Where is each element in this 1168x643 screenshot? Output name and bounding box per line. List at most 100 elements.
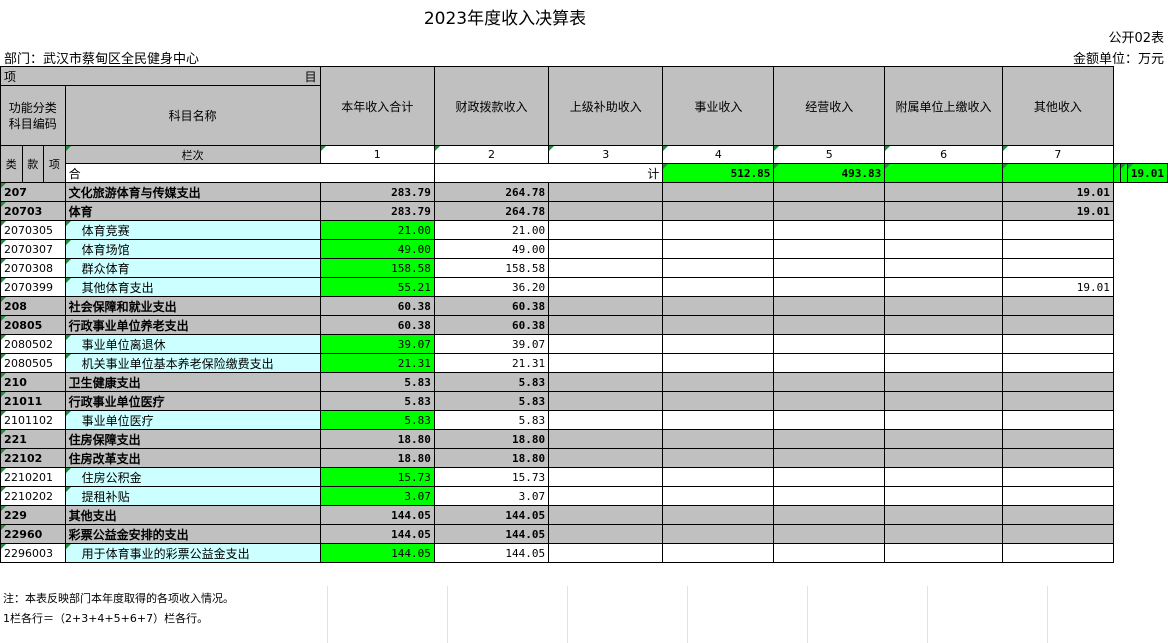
row-value-col-7 (1001, 334, 1114, 354)
form-number: 公开02表 (1108, 31, 1164, 46)
row-code: 20703 (0, 201, 66, 221)
row-value-col-2: 18.80 (433, 448, 550, 468)
row-code: 208 (0, 296, 66, 316)
total-value-6 (1119, 163, 1128, 183)
table-row: 2210202 提租补贴 3.07 3.07 (0, 486, 1168, 506)
row-value-col-1: 18.80 (319, 448, 435, 468)
row-value-col-2: 21.00 (433, 220, 550, 240)
row-value-col-6 (884, 296, 1003, 316)
row-value-col-2: 36.20 (433, 277, 550, 297)
column-number-7: 7 (1001, 145, 1114, 164)
row-value-col-3 (548, 429, 664, 449)
row-value-col-5 (773, 258, 886, 278)
row-value-col-1: 60.38 (319, 296, 435, 316)
row-value-col-2: 15.73 (433, 467, 550, 487)
row-value-col-5 (773, 372, 886, 392)
row-code: 221 (0, 429, 66, 449)
table-row: 2070307 体育场馆 49.00 49.00 (0, 239, 1168, 259)
row-value-col-5 (773, 391, 886, 411)
function-code-header: 功能分类科目编码 (0, 85, 66, 146)
row-value-col-5 (773, 315, 886, 335)
lei-header: 类 (0, 145, 23, 183)
row-value-col-6 (884, 201, 1003, 221)
item-header-right: 目 (304, 69, 317, 84)
row-value-col-7: 19.01 (1001, 182, 1114, 202)
row-value-col-7 (1001, 505, 1114, 525)
row-value-col-4 (662, 410, 775, 430)
footnote-2: 1栏各行＝（2+3+4+5+6+7）栏各行。 (3, 612, 209, 625)
col-header-6: 附属单位上缴收入 (884, 66, 1003, 146)
row-value-col-6 (884, 410, 1003, 430)
row-value-col-6 (884, 258, 1003, 278)
row-value-col-7 (1001, 410, 1114, 430)
sheet-gridline (927, 586, 928, 643)
row-value-col-2: 158.58 (433, 258, 550, 278)
row-value-col-5 (773, 467, 886, 487)
row-value-col-3 (548, 467, 664, 487)
row-value-col-1: 158.58 (319, 258, 435, 278)
table-row: 2080502 事业单位离退休 39.07 39.07 (0, 334, 1168, 354)
row-value-col-2: 21.31 (433, 353, 550, 373)
row-value-col-2: 5.83 (433, 391, 550, 411)
column-number-3: 3 (548, 145, 664, 164)
row-code: 2210201 (0, 467, 66, 487)
income-table: 项 目 本年收入合计 财政拨款收入 上级补助收入 事业收入 经营收入 附属单位上… (0, 66, 1168, 563)
row-subject-name: 体育竞赛 (64, 220, 321, 240)
row-code: 207 (0, 182, 66, 202)
row-code: 20805 (0, 315, 66, 335)
total-value-2: 493.83 (773, 163, 886, 183)
row-value-col-7 (1001, 315, 1114, 335)
row-value-col-3 (548, 372, 664, 392)
kuan-header: 款 (21, 145, 45, 183)
table-row: 2080505 机关事业单位基本养老保险缴费支出 21.31 21.31 (0, 353, 1168, 373)
total-label-right-cell: 计 (433, 163, 664, 183)
table-row: 208 社会保障和就业支出 60.38 60.38 (0, 296, 1168, 316)
row-value-col-3 (548, 277, 664, 297)
row-value-col-1: 49.00 (319, 239, 435, 259)
row-value-col-3 (548, 220, 664, 240)
column-number-6: 6 (884, 145, 1003, 164)
row-value-col-2: 5.83 (433, 410, 550, 430)
row-subject-name: 其他体育支出 (64, 277, 321, 297)
department-label: 部门：武汉市蔡甸区全民健身中心 (4, 52, 200, 67)
row-value-col-4 (662, 543, 775, 563)
item-header-cell: 项 目 (0, 66, 321, 86)
table-row: 2101102 事业单位医疗 5.83 5.83 (0, 410, 1168, 430)
row-value-col-5 (773, 410, 886, 430)
row-value-col-4 (662, 334, 775, 354)
row-subject-name: 提租补贴 (64, 486, 321, 506)
row-subject-name: 住房公积金 (64, 467, 321, 487)
table-row: 21011 行政事业单位医疗 5.83 5.83 (0, 391, 1168, 411)
row-value-col-5 (773, 524, 886, 544)
row-value-col-6 (884, 467, 1003, 487)
row-value-col-5 (773, 220, 886, 240)
row-subject-name: 文化旅游体育与传媒支出 (64, 182, 321, 202)
row-value-col-1: 15.73 (319, 467, 435, 487)
row-subject-name: 社会保障和就业支出 (64, 296, 321, 316)
row-value-col-4 (662, 486, 775, 506)
table-row: 2210201 住房公积金 15.73 15.73 (0, 467, 1168, 487)
row-subject-name: 用于体育事业的彩票公益金支出 (64, 543, 321, 563)
sheet-gridline (567, 586, 568, 643)
row-value-col-3 (548, 239, 664, 259)
row-value-col-3 (548, 182, 664, 202)
total-row: 合 计 512.85 493.83 19.01 (1, 163, 1168, 183)
row-code: 2296003 (0, 543, 66, 563)
footnote-1: 注：本表反映部门本年度取得的各项收入情况。 (3, 592, 234, 605)
table-row: 2070308 群众体育 158.58 158.58 (0, 258, 1168, 278)
row-value-col-5 (773, 201, 886, 221)
table-row: 22102 住房改革支出 18.80 18.80 (0, 448, 1168, 468)
row-value-col-4 (662, 296, 775, 316)
row-value-col-6 (884, 391, 1003, 411)
row-value-col-3 (548, 448, 664, 468)
row-value-col-4 (662, 372, 775, 392)
row-code: 22102 (0, 448, 66, 468)
row-value-col-3 (548, 201, 664, 221)
item-header-left: 项 (4, 69, 17, 84)
row-code: 229 (0, 505, 66, 525)
row-value-col-2: 18.80 (433, 429, 550, 449)
total-value-4 (1001, 163, 1114, 183)
row-value-col-6 (884, 334, 1003, 354)
row-subject-name: 行政事业单位养老支出 (64, 315, 321, 335)
row-subject-name: 卫生健康支出 (64, 372, 321, 392)
